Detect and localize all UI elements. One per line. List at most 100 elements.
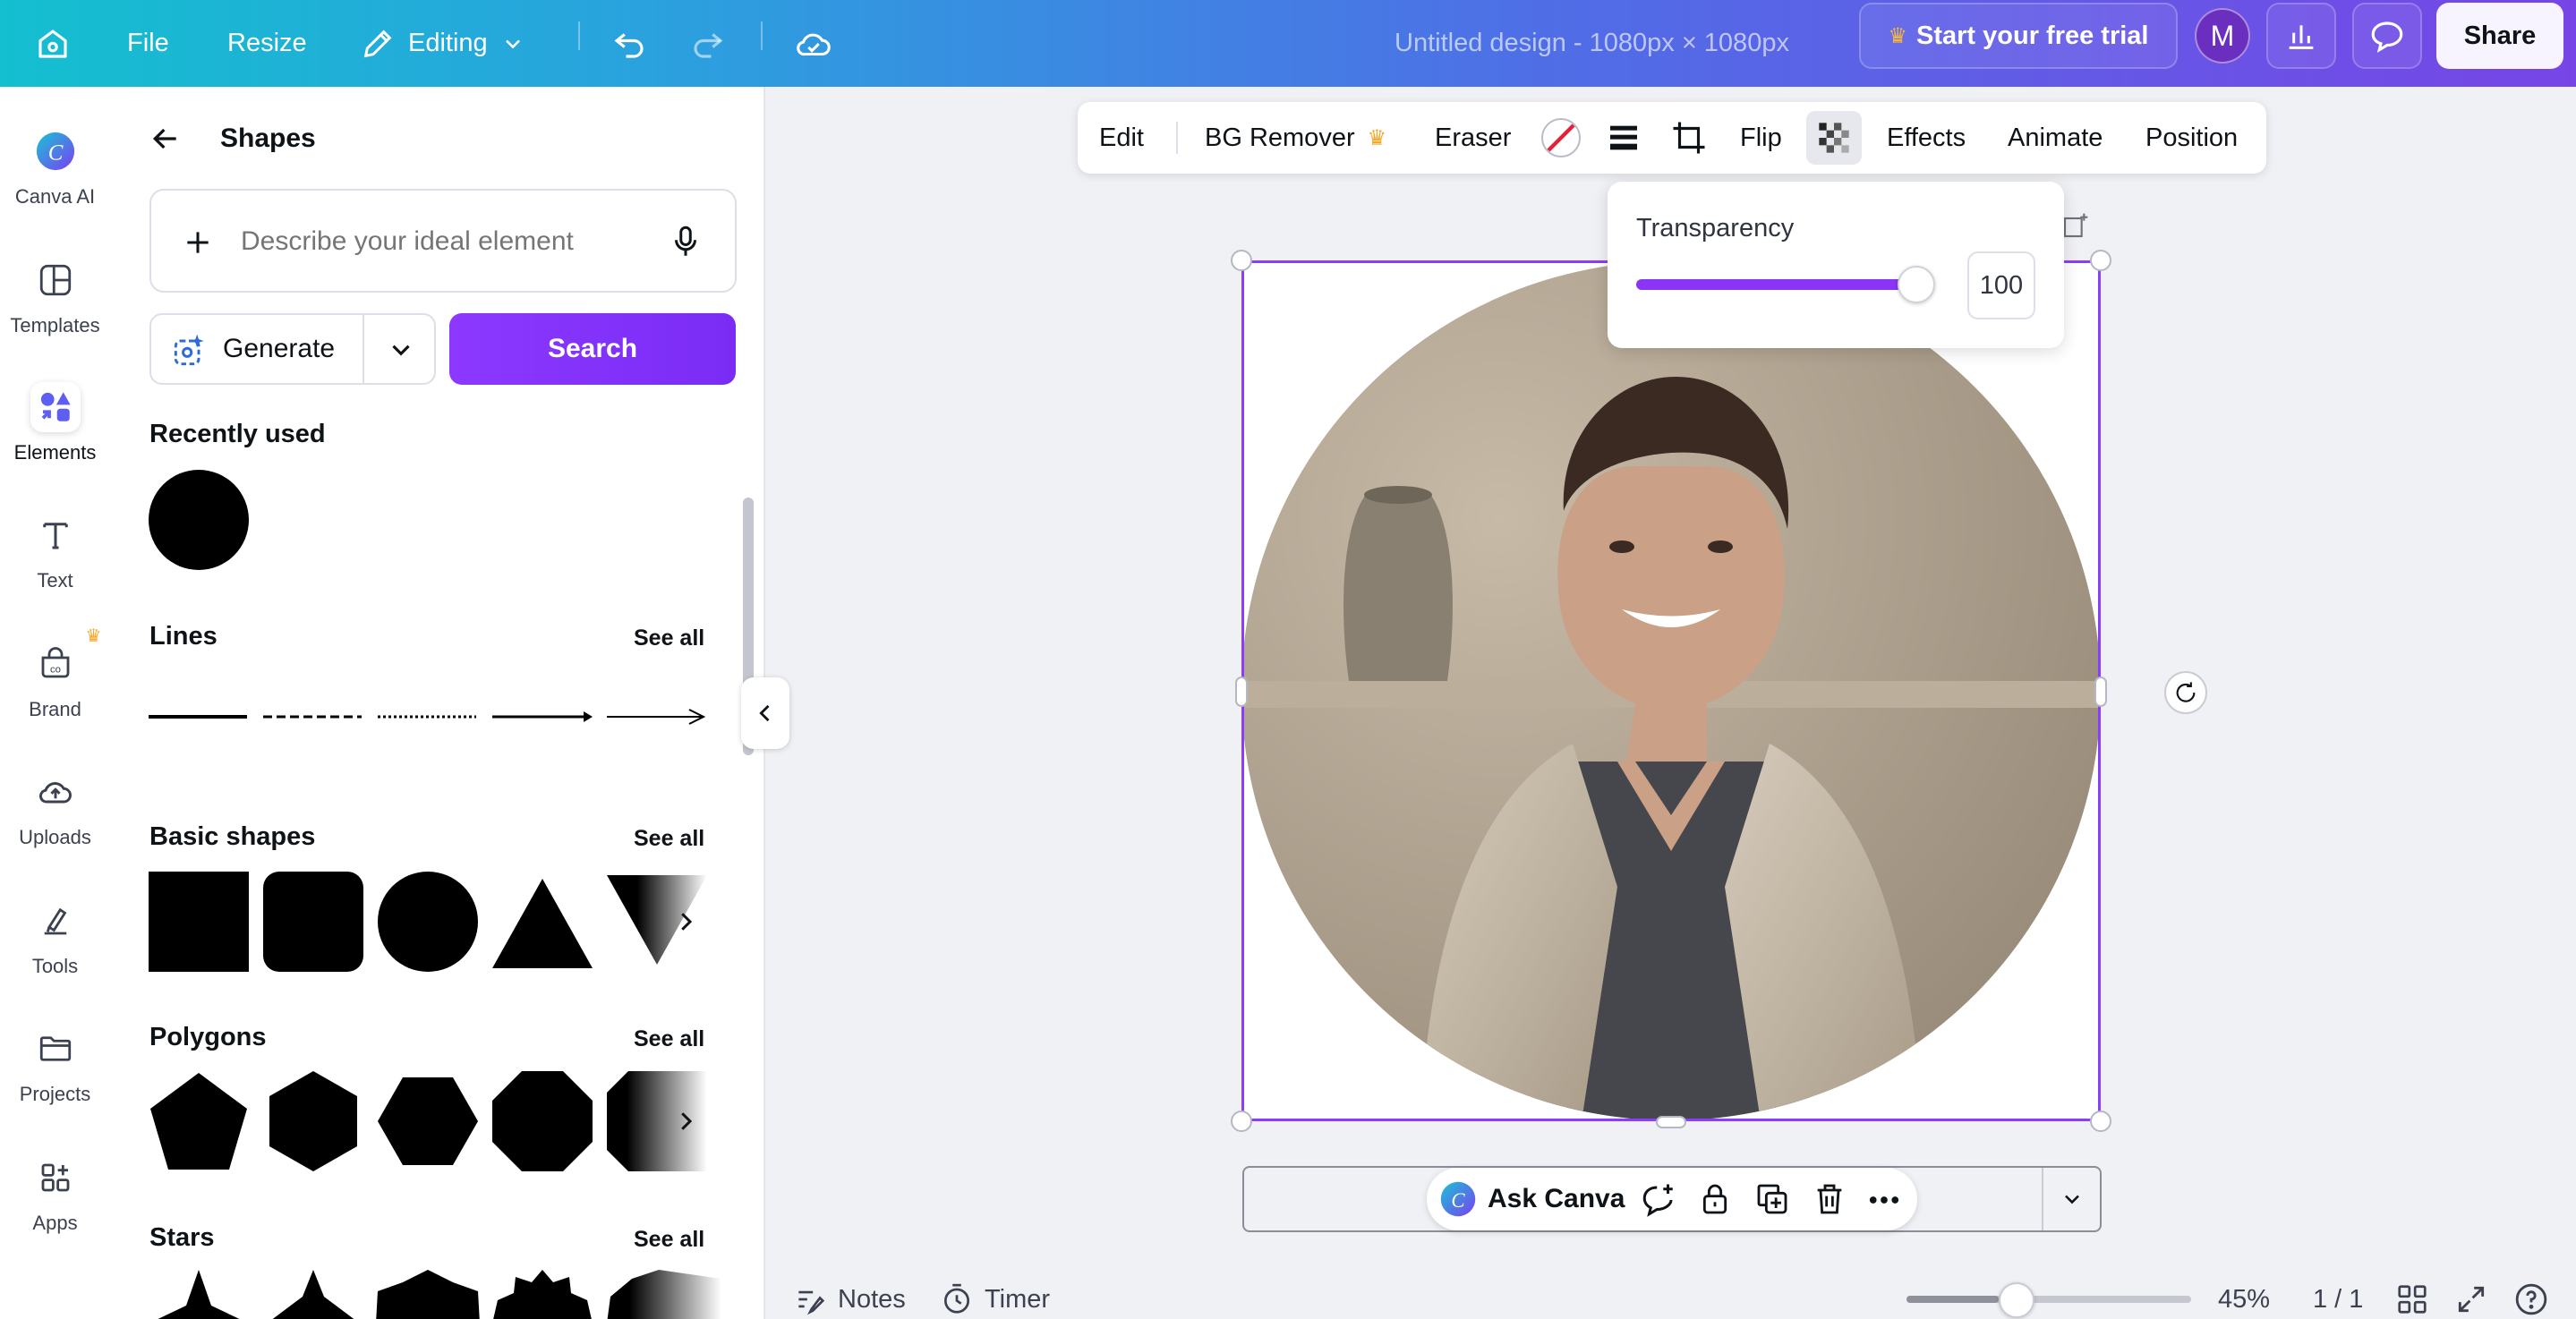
resize-handle-top-left[interactable] xyxy=(1231,250,1252,271)
plus-icon[interactable] xyxy=(180,225,216,260)
octagon-shape[interactable] xyxy=(492,1071,593,1171)
generate-button[interactable]: Generate xyxy=(149,313,436,385)
chevron-right-icon[interactable] xyxy=(672,1106,699,1136)
rail-label: Elements xyxy=(13,441,97,464)
selection-frame xyxy=(1241,260,2101,1121)
resize-handle-bottom-left[interactable] xyxy=(1231,1111,1252,1132)
recent-circle-shape[interactable] xyxy=(149,470,249,570)
avatar[interactable]: M xyxy=(2195,8,2250,64)
see-all-stars[interactable]: See all xyxy=(634,1227,704,1253)
flip-button[interactable]: Flip xyxy=(1740,102,1782,174)
more-options-icon[interactable] xyxy=(1865,1181,1903,1219)
rail-item-canva-ai[interactable]: C Canva AI xyxy=(0,126,110,243)
search-button[interactable]: Search xyxy=(449,313,736,385)
crop-button[interactable] xyxy=(1670,102,1708,174)
inverted-triangle-shape[interactable] xyxy=(607,872,721,972)
rail-item-uploads[interactable]: Uploads xyxy=(0,767,110,883)
resize-menu[interactable]: Resize xyxy=(227,0,307,87)
resize-handle-bottom[interactable] xyxy=(1656,1116,1686,1128)
rail-label: Text xyxy=(37,569,73,591)
page-count[interactable]: 1 / 1 xyxy=(2313,1278,2363,1319)
comments-button[interactable] xyxy=(2352,3,2422,69)
hexagon-flat-shape[interactable] xyxy=(378,1071,478,1171)
pentagon-shape[interactable] xyxy=(149,1071,249,1171)
chevron-right-icon[interactable] xyxy=(672,906,699,937)
crown-icon: ♛ xyxy=(85,626,102,646)
see-all-polygons[interactable]: See all xyxy=(634,1026,704,1052)
zoom-level[interactable]: 45% xyxy=(2218,1278,2270,1319)
star-options[interactable] xyxy=(149,1270,721,1319)
fullscreen-button[interactable] xyxy=(2454,1278,2488,1319)
border-color-button[interactable] xyxy=(1540,102,1582,174)
back-button[interactable] xyxy=(148,121,183,157)
bar-chart-icon xyxy=(2289,25,2314,49)
describe-element-box[interactable] xyxy=(149,189,737,293)
grid-view-button[interactable] xyxy=(2395,1278,2429,1319)
design-title[interactable]: Untitled design - 1080px × 1080px xyxy=(1395,0,1789,87)
share-button[interactable]: Share xyxy=(2436,3,2563,69)
rail-label: Tools xyxy=(31,955,79,977)
rail-item-elements[interactable]: Elements xyxy=(0,382,110,498)
border-style-button[interactable] xyxy=(1606,102,1642,174)
collapse-panel-button[interactable] xyxy=(741,677,789,749)
zoom-slider-fill xyxy=(1906,1296,1999,1303)
editing-mode-button[interactable]: Editing xyxy=(360,0,525,87)
chevron-down-icon[interactable] xyxy=(386,335,416,365)
undo-button[interactable] xyxy=(610,0,648,87)
triangle-shape[interactable] xyxy=(492,872,593,972)
resize-handle-top-right[interactable] xyxy=(2090,250,2111,271)
notes-button[interactable]: Notes xyxy=(793,1278,906,1319)
transparency-value-input[interactable]: 100 xyxy=(1967,251,2035,319)
lock-icon[interactable] xyxy=(1697,1181,1733,1217)
border-style-icon xyxy=(1610,125,1637,150)
effects-button[interactable]: Effects xyxy=(1887,102,1966,174)
circle-shape[interactable] xyxy=(378,872,478,972)
eraser-button[interactable]: Eraser xyxy=(1435,102,1511,174)
cloud-save-button[interactable] xyxy=(793,0,834,87)
zoom-slider-knob[interactable] xyxy=(1999,1282,2034,1318)
crown-icon: ♛ xyxy=(1888,23,1908,48)
transparency-slider-knob[interactable] xyxy=(1898,266,1935,303)
microphone-icon[interactable] xyxy=(667,223,704,260)
rail-item-text[interactable]: Text xyxy=(0,510,110,626)
zoom-slider[interactable] xyxy=(1906,1296,2191,1303)
transparency-slider[interactable] xyxy=(1636,279,1915,290)
edit-button[interactable]: Edit xyxy=(1099,102,1144,174)
bg-remover-button[interactable]: BG Remover ♛ xyxy=(1205,102,1386,174)
square-shape[interactable] xyxy=(149,872,249,972)
trash-icon[interactable] xyxy=(1812,1181,1847,1217)
animate-button[interactable]: Animate xyxy=(2008,102,2103,174)
see-all-lines[interactable]: See all xyxy=(634,625,704,651)
rail-item-templates[interactable]: Templates xyxy=(0,255,110,371)
home-button[interactable] xyxy=(34,0,72,87)
rotate-button[interactable] xyxy=(2164,671,2207,714)
panel-scrollbar[interactable] xyxy=(743,412,754,1319)
duplicate-icon[interactable] xyxy=(1754,1181,1790,1217)
resize-handle-right[interactable] xyxy=(2094,677,2107,707)
rounded-square-shape[interactable] xyxy=(263,872,363,972)
resize-handle-left[interactable] xyxy=(1235,677,1248,707)
file-menu[interactable]: File xyxy=(127,0,169,87)
ask-canva-button[interactable]: C Ask Canva xyxy=(1439,1180,1625,1218)
redo-button[interactable] xyxy=(689,0,727,87)
describe-element-input[interactable] xyxy=(241,226,635,257)
polygon-more-shape[interactable] xyxy=(607,1071,721,1171)
stars-title: Stars xyxy=(149,1223,215,1252)
rail-item-projects[interactable]: Projects xyxy=(0,1024,110,1140)
rail-item-apps[interactable]: Apps xyxy=(0,1153,110,1269)
page-controls-expand[interactable] xyxy=(2042,1168,2100,1230)
position-button[interactable]: Position xyxy=(2145,102,2238,174)
add-page-icon[interactable] xyxy=(2061,211,2090,244)
add-comment-icon[interactable] xyxy=(1640,1181,1677,1219)
rail-item-brand[interactable]: co ♛ Brand xyxy=(0,626,110,755)
line-options[interactable] xyxy=(149,706,721,728)
hexagon-shape[interactable] xyxy=(263,1071,363,1171)
resize-handle-bottom-right[interactable] xyxy=(2090,1111,2111,1132)
transparency-button[interactable] xyxy=(1806,111,1862,165)
see-all-basic-shapes[interactable]: See all xyxy=(634,826,704,852)
insights-button[interactable] xyxy=(2266,3,2336,69)
help-button[interactable] xyxy=(2513,1278,2549,1319)
rail-item-tools[interactable]: Tools xyxy=(0,896,110,1012)
start-trial-button[interactable]: ♛ Start your free trial xyxy=(1859,3,2178,69)
timer-button[interactable]: Timer xyxy=(940,1278,1050,1319)
